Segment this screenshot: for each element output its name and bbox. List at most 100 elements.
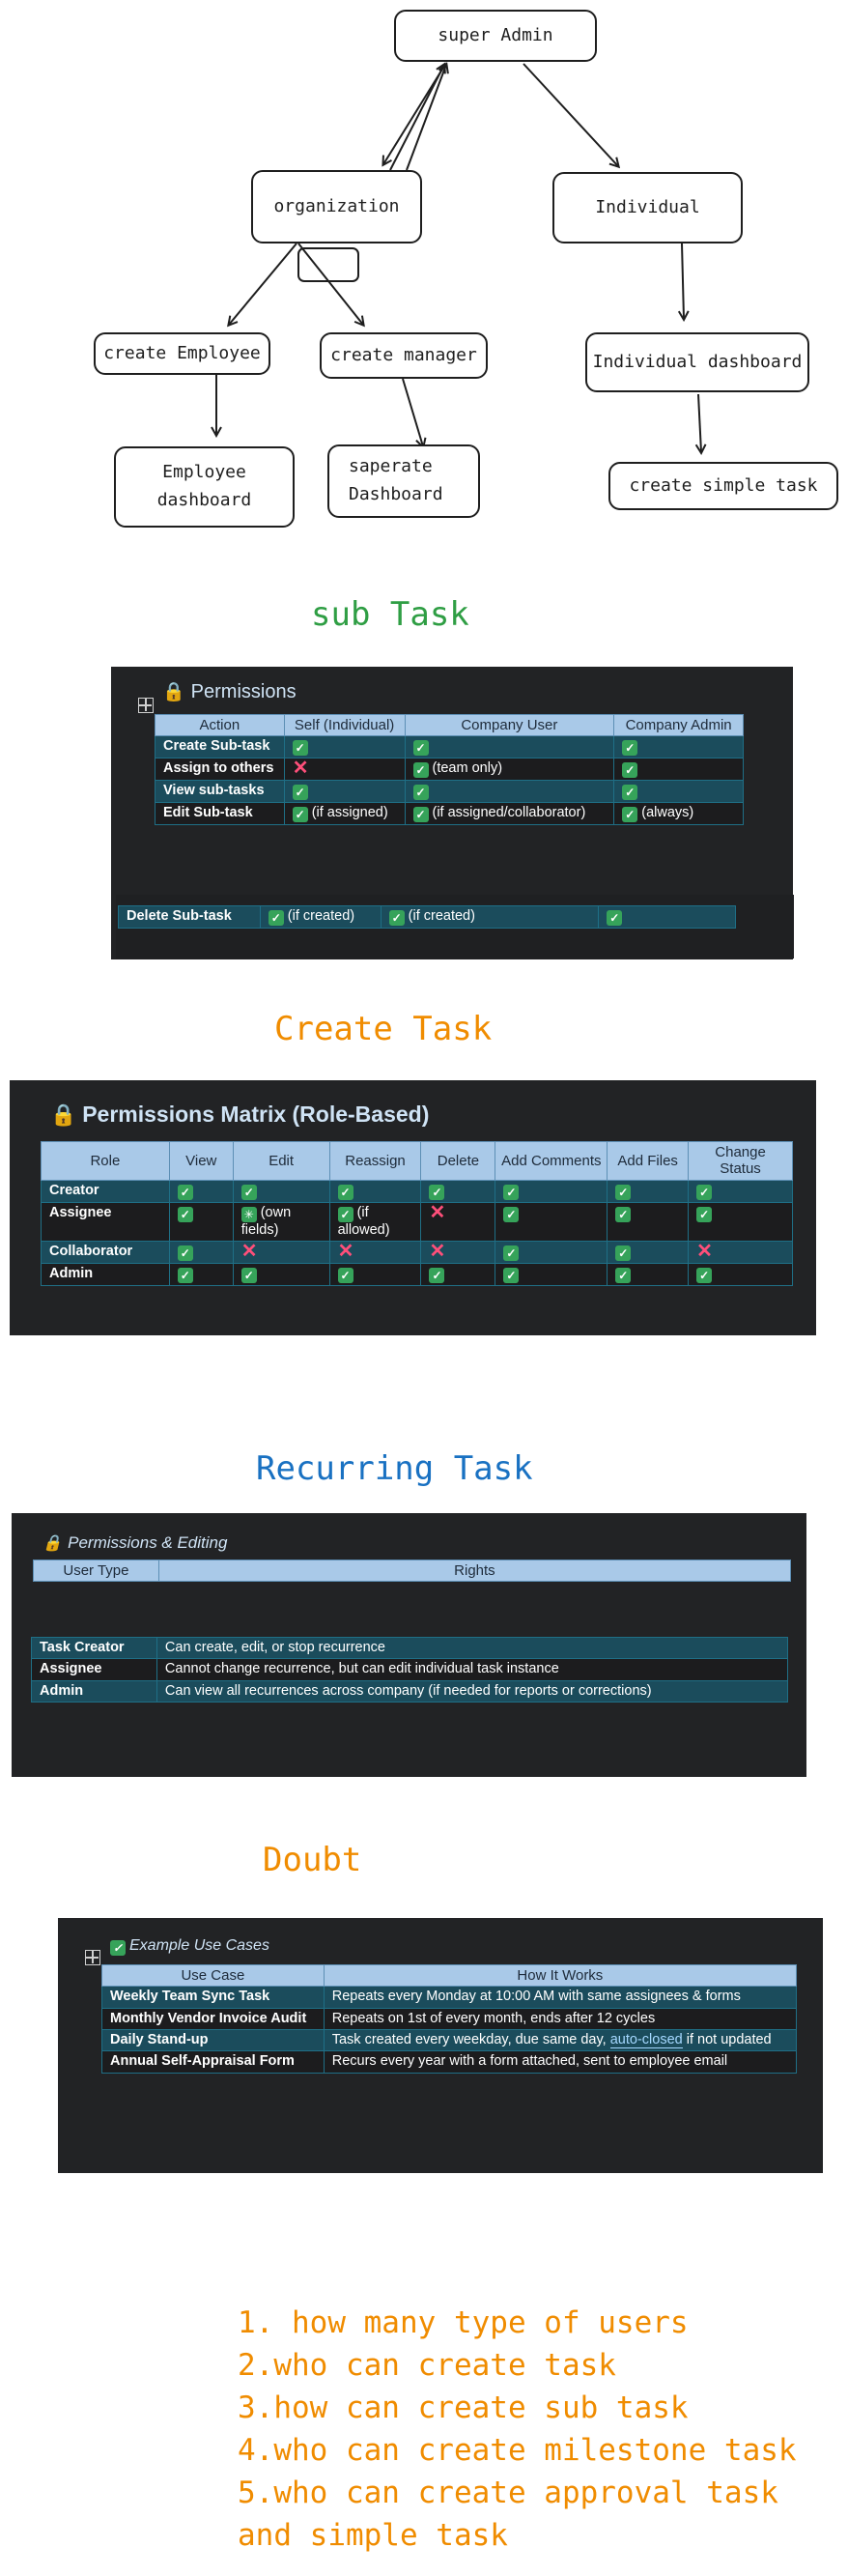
- check-icon: ✓: [615, 1184, 632, 1200]
- check-icon: ✓: [268, 910, 284, 926]
- table-cell: ✓: [328, 1179, 422, 1203]
- table-cell: Repeats on 1st of every month, ends afte…: [323, 2007, 798, 2031]
- table-row: Task Creator Can create, edit, or stop r…: [31, 1636, 789, 1660]
- question-3: 3.how can create sub task: [238, 2390, 689, 2425]
- lock-icon: 🔒: [162, 682, 185, 702]
- doubt-title-text: Example Use Cases: [129, 1937, 269, 1954]
- col-header-add-comments: Add Comments: [495, 1141, 608, 1181]
- col-header-rights: Rights: [157, 1559, 792, 1583]
- table-cell: ✓: [688, 1201, 793, 1242]
- separate-dashboard-node: saperate Dashboard: [327, 444, 480, 518]
- col-header-reassign: Reassign: [328, 1141, 422, 1181]
- col-header-company-user: Company User: [404, 713, 615, 737]
- subtask-title: 🔒 Permissions: [162, 680, 297, 703]
- table-row: Create Sub-task ✓ ✓ ✓: [155, 735, 744, 759]
- col-header-edit: Edit: [232, 1141, 330, 1181]
- check-icon: ✓: [177, 1267, 193, 1283]
- check-icon: ✓: [503, 1206, 520, 1222]
- arrow-org-to-manager: [297, 243, 363, 325]
- check-icon: ✓: [696, 1206, 713, 1222]
- col-header-role: Role: [41, 1141, 170, 1181]
- arrow-individual-dashboard-to-task: [698, 393, 701, 452]
- doubt-questions: 1. how many type of users 2.who can crea…: [238, 2302, 797, 2557]
- row-label: Weekly Team Sync Task: [101, 1986, 325, 2009]
- table-row: Creator ✓ ✓ ✓ ✓ ✓ ✓ ✓: [41, 1179, 793, 1203]
- table-cell: ✓: [328, 1262, 422, 1286]
- cell-note: (if created): [287, 908, 355, 924]
- table-cell: ✓: [495, 1179, 608, 1203]
- col-header-user-type: User Type: [33, 1559, 159, 1583]
- table-row: Daily Stand-up Task created every weekda…: [101, 2029, 798, 2052]
- question-5: 5.who can create approval task: [238, 2476, 778, 2510]
- recurring-heading: Recurring Task: [256, 1449, 533, 1488]
- table-cell: ✓: [598, 905, 736, 929]
- question-2: 2.who can create task: [238, 2348, 616, 2383]
- row-label: Collaborator: [41, 1240, 170, 1264]
- cell-text: if not updated: [682, 2032, 772, 2048]
- check-icon: ✓: [607, 910, 623, 926]
- row-label: View sub-tasks: [155, 780, 285, 804]
- table-row: Admin ✓ ✓ ✓ ✓ ✓ ✓ ✓: [41, 1262, 793, 1286]
- table-cell: Can create, edit, or stop recurrence: [155, 1636, 789, 1660]
- sparkle-icon: ✳: [240, 1206, 257, 1222]
- row-label: Daily Stand-up: [101, 2029, 325, 2052]
- check-icon: ✓: [292, 807, 308, 823]
- table-cell: ✓: [495, 1201, 608, 1242]
- cell-note: (always): [641, 805, 694, 821]
- table-cell: ✓: [232, 1262, 330, 1286]
- create-task-title-text: Permissions Matrix (Role-Based): [82, 1102, 430, 1127]
- row-label: Assignee: [31, 1658, 157, 1681]
- table-row: Assignee ✓ ✳ (own fields) ✓ (if allowed) ✕…: [41, 1201, 793, 1242]
- drag-handle-icon[interactable]: [138, 698, 154, 713]
- table-cell: ✓ (if assigned/collaborator): [404, 802, 615, 826]
- use-cases-table: Use Case How It Works Weekly Team Sync T…: [101, 1963, 798, 2074]
- auto-closed-link[interactable]: auto-closed: [609, 2032, 683, 2049]
- check-icon: ✓: [110, 1940, 126, 1956]
- check-icon: ✓: [622, 762, 638, 779]
- subtask-permissions-table: Action Self (Individual) Company User Co…: [155, 713, 744, 826]
- question-5-cont: and simple task: [238, 2518, 508, 2553]
- table-cell: ✓: [607, 1262, 690, 1286]
- arrow-individual-to-dashboard: [682, 243, 684, 319]
- table-row: Weekly Team Sync Task Repeats every Mond…: [101, 1986, 798, 2009]
- table-cell: ✓ (if assigned): [283, 802, 406, 826]
- check-icon: ✓: [337, 1267, 353, 1283]
- drag-handle-icon[interactable]: [85, 1950, 100, 1965]
- check-icon: ✓: [622, 785, 638, 801]
- col-header-company-admin: Company Admin: [613, 713, 744, 737]
- cross-icon: ✕: [429, 1201, 446, 1223]
- check-icon: ✓: [177, 1206, 193, 1222]
- role-permissions-table: Role View Edit Reassign Delete Add Comme…: [41, 1141, 793, 1286]
- table-cell: ✓: [168, 1262, 234, 1286]
- check-icon: ✓: [503, 1245, 520, 1261]
- table-cell: ✓: [607, 1179, 690, 1203]
- table-cell: ✓: [404, 735, 615, 759]
- table-cell: ✓: [420, 1262, 496, 1286]
- create-employee-node: create Employee: [94, 332, 270, 375]
- table-cell: ✓: [168, 1179, 234, 1203]
- create-simple-task-node: create simple task: [608, 462, 838, 510]
- cell-note: (if created): [408, 908, 475, 924]
- row-label: Annual Self-Appraisal Form: [101, 2050, 325, 2074]
- subtask-delete-row: Delete Sub-task ✓ (if created) ✓ (if creat…: [118, 905, 736, 929]
- employee-dashboard-node: Employee dashboard: [114, 446, 295, 528]
- table-row: Assignee Cannot change recurrence, but c…: [31, 1658, 789, 1681]
- check-icon: ✓: [412, 785, 429, 801]
- col-header-change-status: Change Status: [688, 1141, 793, 1181]
- row-label: Delete Sub-task: [118, 905, 261, 929]
- create-task-title: 🔒 Permissions Matrix (Role-Based): [50, 1102, 429, 1128]
- check-icon: ✓: [696, 1267, 713, 1283]
- table-row: Collaborator ✓ ✕ ✕ ✕ ✓ ✓ ✕: [41, 1240, 793, 1264]
- super-admin-node: super Admin: [394, 10, 597, 62]
- cross-icon: ✕: [337, 1240, 354, 1262]
- table-cell: ✕: [420, 1240, 496, 1264]
- table-cell: ✕: [232, 1240, 330, 1264]
- table-cell: Recurs every year with a form attached, …: [323, 2050, 798, 2074]
- table-cell: ✓: [404, 780, 615, 804]
- table-cell: ✓: [607, 1240, 690, 1264]
- check-icon: ✓: [615, 1206, 632, 1222]
- recurring-title: 🔒 Permissions & Editing: [42, 1533, 227, 1553]
- table-cell: ✓ (if allowed): [328, 1201, 422, 1242]
- table-cell: ✕: [283, 758, 406, 782]
- table-row: Assign to others ✕ ✓ (team only) ✓: [155, 758, 744, 782]
